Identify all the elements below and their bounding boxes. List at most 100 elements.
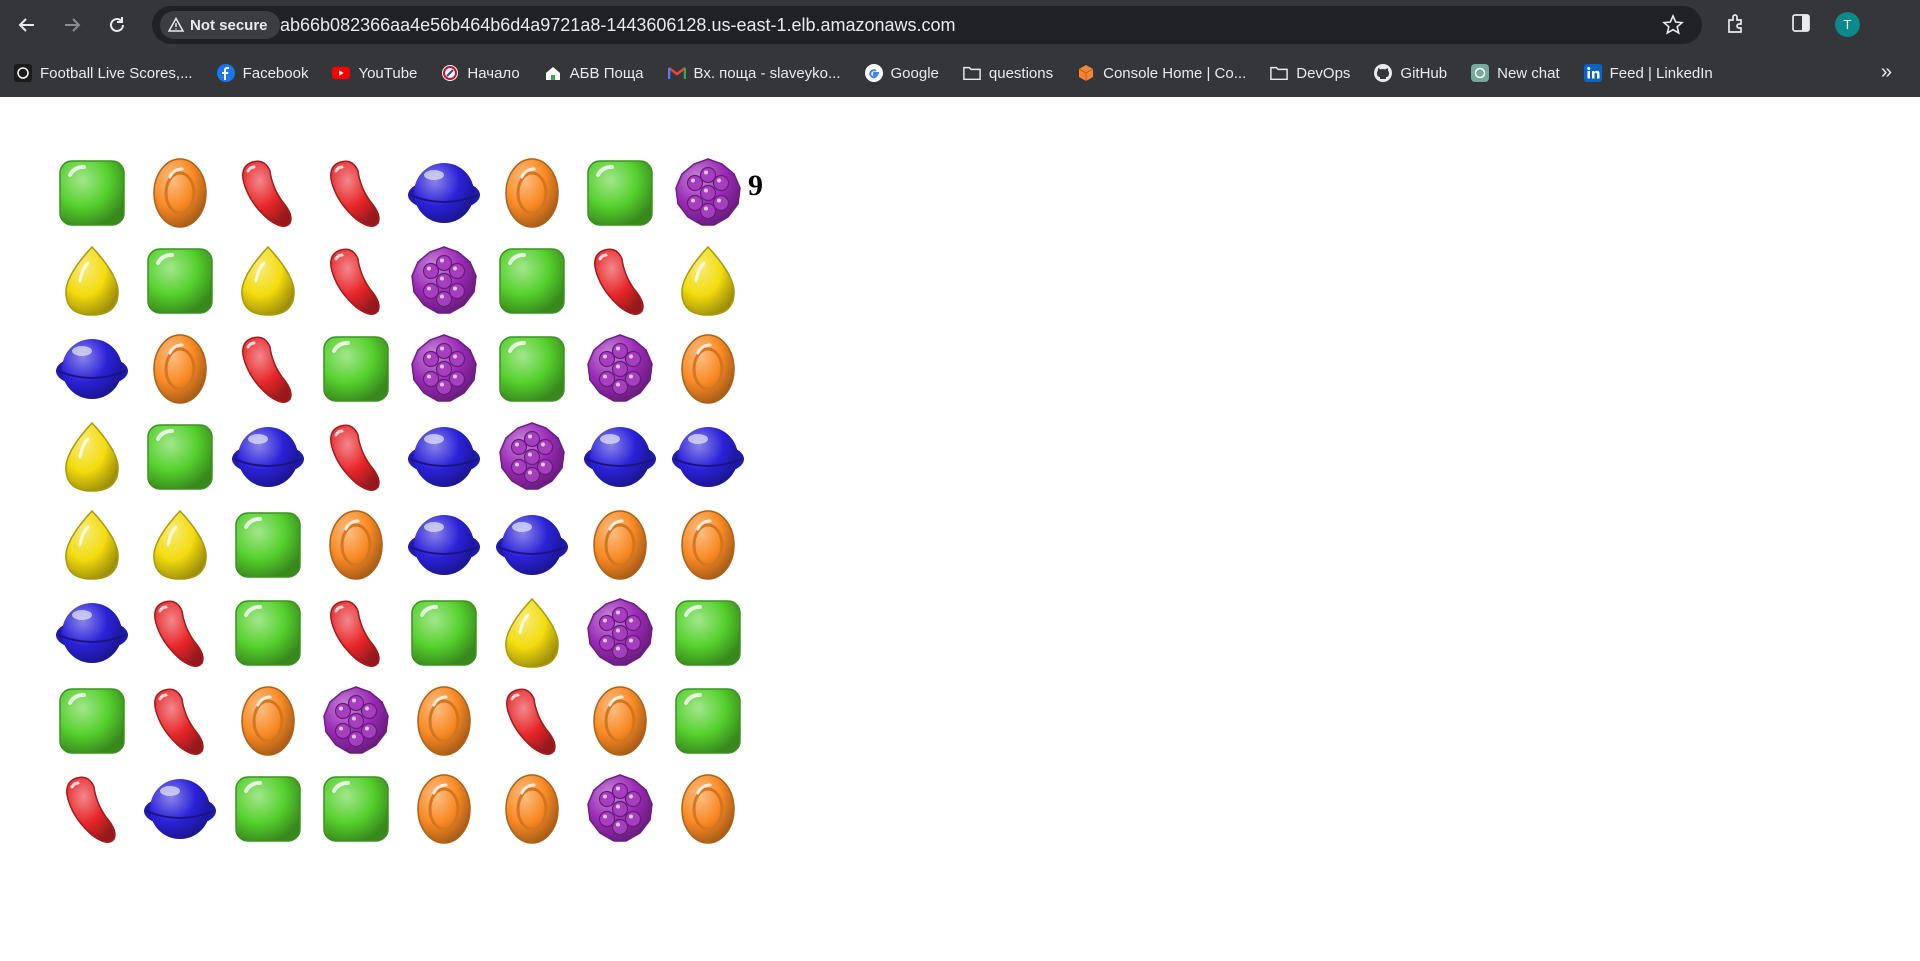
green-candy-icon xyxy=(587,160,653,226)
candy-cell[interactable] xyxy=(664,149,752,237)
bookmark-gmail[interactable]: Вх. поща - slaveyko... xyxy=(667,58,841,88)
candy-cell[interactable] xyxy=(576,765,664,853)
bookmark-start[interactable]: Начало xyxy=(441,58,520,88)
candy-cell[interactable] xyxy=(48,237,136,325)
bookmark-youtube[interactable]: YouTube xyxy=(332,58,417,88)
candy-cell[interactable] xyxy=(312,501,400,589)
candy-cell[interactable] xyxy=(488,589,576,677)
candy-cell[interactable] xyxy=(664,325,752,413)
candy-cell[interactable] xyxy=(576,677,664,765)
candy-cell[interactable] xyxy=(488,325,576,413)
more-bookmarks-chevron-icon[interactable]: » xyxy=(1881,61,1892,84)
blue-candy-icon xyxy=(56,603,128,663)
bookmark-aws-console[interactable]: Console Home | Co... xyxy=(1077,58,1246,88)
candy-cell[interactable] xyxy=(224,589,312,677)
start-icon xyxy=(441,64,459,82)
candy-cell[interactable] xyxy=(48,413,136,501)
candy-cell[interactable] xyxy=(136,589,224,677)
candy-cell[interactable] xyxy=(576,325,664,413)
candy-cell[interactable] xyxy=(664,589,752,677)
candy-cell[interactable] xyxy=(400,413,488,501)
bookmark-label: questions xyxy=(988,64,1054,82)
candy-cell[interactable] xyxy=(48,149,136,237)
reload-button[interactable] xyxy=(102,10,132,40)
candy-cell[interactable] xyxy=(136,413,224,501)
candy-cell[interactable] xyxy=(312,325,400,413)
candy-cell[interactable] xyxy=(664,237,752,325)
bookmark-label: GitHub xyxy=(1400,64,1448,82)
candy-cell[interactable] xyxy=(312,149,400,237)
candy-cell[interactable] xyxy=(224,501,312,589)
candy-cell[interactable] xyxy=(136,677,224,765)
linkedin-icon xyxy=(1583,64,1602,82)
candy-cell[interactable] xyxy=(312,413,400,501)
candy-cell[interactable] xyxy=(664,501,752,589)
candy-cell[interactable] xyxy=(400,677,488,765)
candy-cell[interactable] xyxy=(224,677,312,765)
yellow-candy-icon xyxy=(241,245,295,316)
candy-cell[interactable] xyxy=(576,589,664,677)
candy-cell[interactable] xyxy=(136,149,224,237)
bookmark-star-icon[interactable] xyxy=(1662,14,1684,36)
security-chip[interactable]: Not secure xyxy=(160,11,280,39)
candy-cell[interactable] xyxy=(400,325,488,413)
candy-cell[interactable] xyxy=(400,149,488,237)
bookmark-abv-mail[interactable]: АБВ Поща xyxy=(544,58,644,88)
candy-cell[interactable] xyxy=(48,589,136,677)
candy-cell[interactable] xyxy=(224,149,312,237)
url-text[interactable]: ab66b082366aa4e56b464b6d4a9721a8-1443606… xyxy=(280,15,956,36)
candy-cell[interactable] xyxy=(576,413,664,501)
blue-candy-icon xyxy=(496,515,568,575)
candy-cell[interactable] xyxy=(576,149,664,237)
candy-cell[interactable] xyxy=(312,237,400,325)
bookmark-github[interactable]: GitHub xyxy=(1374,58,1447,88)
candy-cell[interactable] xyxy=(664,413,752,501)
bookmark-facebook[interactable]: Facebook xyxy=(216,58,308,88)
candy-cell[interactable] xyxy=(576,501,664,589)
candy-cell[interactable] xyxy=(224,765,312,853)
candy-cell[interactable] xyxy=(312,765,400,853)
candy-cell[interactable] xyxy=(224,413,312,501)
candy-cell[interactable] xyxy=(488,413,576,501)
candy-cell[interactable] xyxy=(488,149,576,237)
bookmark-google[interactable]: Google xyxy=(864,58,939,88)
candy-cell[interactable] xyxy=(488,765,576,853)
candy-cell[interactable] xyxy=(48,677,136,765)
blue-candy-icon xyxy=(232,427,304,487)
forward-button[interactable] xyxy=(57,10,87,40)
bookmark-chatgpt[interactable]: New chat xyxy=(1471,58,1560,88)
side-panel-icon[interactable] xyxy=(1790,12,1812,34)
candy-cell[interactable] xyxy=(488,501,576,589)
candy-cell[interactable] xyxy=(224,237,312,325)
candy-cell[interactable] xyxy=(576,237,664,325)
candy-cell[interactable] xyxy=(488,677,576,765)
candy-cell[interactable] xyxy=(400,501,488,589)
candy-cell[interactable] xyxy=(664,677,752,765)
candy-cell[interactable] xyxy=(136,237,224,325)
candy-cell[interactable] xyxy=(48,501,136,589)
extensions-icon[interactable] xyxy=(1724,12,1748,36)
bookmark-football[interactable]: Football Live Scores,... xyxy=(14,58,193,88)
candy-cell[interactable] xyxy=(400,589,488,677)
candy-cell[interactable] xyxy=(48,765,136,853)
bookmark-folder-questions[interactable]: questions xyxy=(963,58,1053,88)
purple-candy-icon xyxy=(323,686,389,754)
candy-cell[interactable] xyxy=(136,325,224,413)
folder-icon xyxy=(963,64,981,82)
score-display: 9 xyxy=(748,169,763,202)
candy-cell[interactable] xyxy=(136,765,224,853)
bookmark-linkedin[interactable]: Feed | LinkedIn xyxy=(1583,58,1713,88)
candy-cell[interactable] xyxy=(664,765,752,853)
candy-cell[interactable] xyxy=(224,325,312,413)
profile-avatar[interactable]: T xyxy=(1835,12,1860,37)
candy-cell[interactable] xyxy=(48,325,136,413)
address-bar[interactable]: Not secure ab66b082366aa4e56b464b6d4a972… xyxy=(152,6,1702,44)
candy-cell[interactable] xyxy=(312,677,400,765)
candy-cell[interactable] xyxy=(312,589,400,677)
candy-cell[interactable] xyxy=(488,237,576,325)
candy-cell[interactable] xyxy=(400,765,488,853)
back-button[interactable] xyxy=(12,10,42,40)
bookmark-folder-devops[interactable]: DevOps xyxy=(1270,58,1350,88)
candy-cell[interactable] xyxy=(136,501,224,589)
candy-cell[interactable] xyxy=(400,237,488,325)
